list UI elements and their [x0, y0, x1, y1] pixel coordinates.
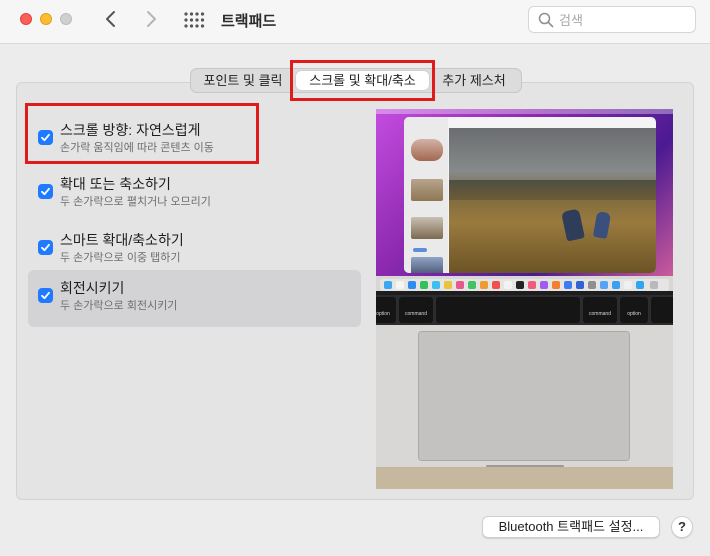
checkmark-icon	[41, 133, 50, 142]
window-title: 트랙패드	[221, 13, 277, 30]
option-subtitle: 두 손가락으로 이중 탭하기	[60, 252, 181, 264]
tab-scroll-and-zoom[interactable]: 스크롤 및 확대/축소	[296, 71, 429, 90]
zoom-window-button[interactable]	[60, 13, 72, 25]
chevron-left-icon	[106, 11, 115, 27]
preview-trackpad	[418, 331, 630, 461]
close-window-button[interactable]	[20, 13, 32, 25]
tab-bar: 포인트 및 클릭 스크롤 및 확대/축소 추가 제스처	[190, 68, 522, 93]
preview-keyboard: option command command option	[376, 295, 673, 325]
rotate-checkbox[interactable]	[38, 288, 53, 303]
preview-photo	[449, 128, 656, 273]
show-all-grid-button[interactable]	[183, 11, 205, 29]
option-scroll-direction[interactable]: 스크롤 방향: 자연스럽게 손가락 움직임에 따라 콘텐츠 이동	[28, 112, 361, 168]
forward-button[interactable]	[140, 8, 162, 30]
key-option-left: option	[376, 297, 396, 323]
scroll-direction-checkbox[interactable]	[38, 130, 53, 145]
checkmark-icon	[41, 187, 50, 196]
option-subtitle: 두 손가락으로 회전시키기	[60, 300, 178, 312]
option-title: 스크롤 방향: 자연스럽게	[60, 122, 201, 138]
option-subtitle: 손가락 움직임에 따라 콘텐츠 이동	[60, 142, 214, 154]
bluetooth-trackpad-setup-button[interactable]: Bluetooth 트랙패드 설정...	[482, 516, 660, 538]
checkmark-icon	[41, 291, 50, 300]
preview-dock	[380, 279, 669, 291]
search-field[interactable]	[528, 6, 696, 33]
minimize-window-button[interactable]	[40, 13, 52, 25]
title-bar: 트랙패드	[0, 0, 710, 44]
option-zoom-in-out[interactable]: 확대 또는 축소하기 두 손가락으로 펼치거나 오므리기	[28, 166, 361, 222]
option-title: 회전시키기	[60, 280, 125, 296]
grid-icon	[184, 12, 205, 28]
chevron-right-icon	[147, 11, 156, 27]
key-command-right: command	[583, 297, 617, 323]
tab-more-gestures[interactable]: 추가 제스처	[435, 71, 513, 90]
key-command-left: command	[399, 297, 433, 323]
option-subtitle: 두 손가락으로 펼치거나 오므리기	[60, 196, 211, 208]
gesture-preview-video: option command command option	[376, 109, 673, 489]
preview-screen	[376, 109, 673, 291]
search-icon	[538, 12, 554, 28]
smart-zoom-checkbox[interactable]	[38, 240, 53, 255]
tab-point-and-click[interactable]: 포인트 및 클릭	[197, 71, 289, 90]
checkmark-icon	[41, 243, 50, 252]
key-arrow	[651, 297, 673, 323]
key-space	[436, 297, 580, 323]
search-input[interactable]	[559, 11, 689, 29]
zoom-in-out-checkbox[interactable]	[38, 184, 53, 199]
key-option-right: option	[620, 297, 648, 323]
preview-photos-window	[404, 117, 656, 273]
option-title: 확대 또는 축소하기	[60, 176, 171, 192]
option-rotate[interactable]: 회전시키기 두 손가락으로 회전시키기	[28, 270, 361, 327]
option-title: 스마트 확대/축소하기	[60, 232, 184, 248]
back-button[interactable]	[100, 8, 122, 30]
help-button[interactable]: ?	[671, 516, 693, 538]
